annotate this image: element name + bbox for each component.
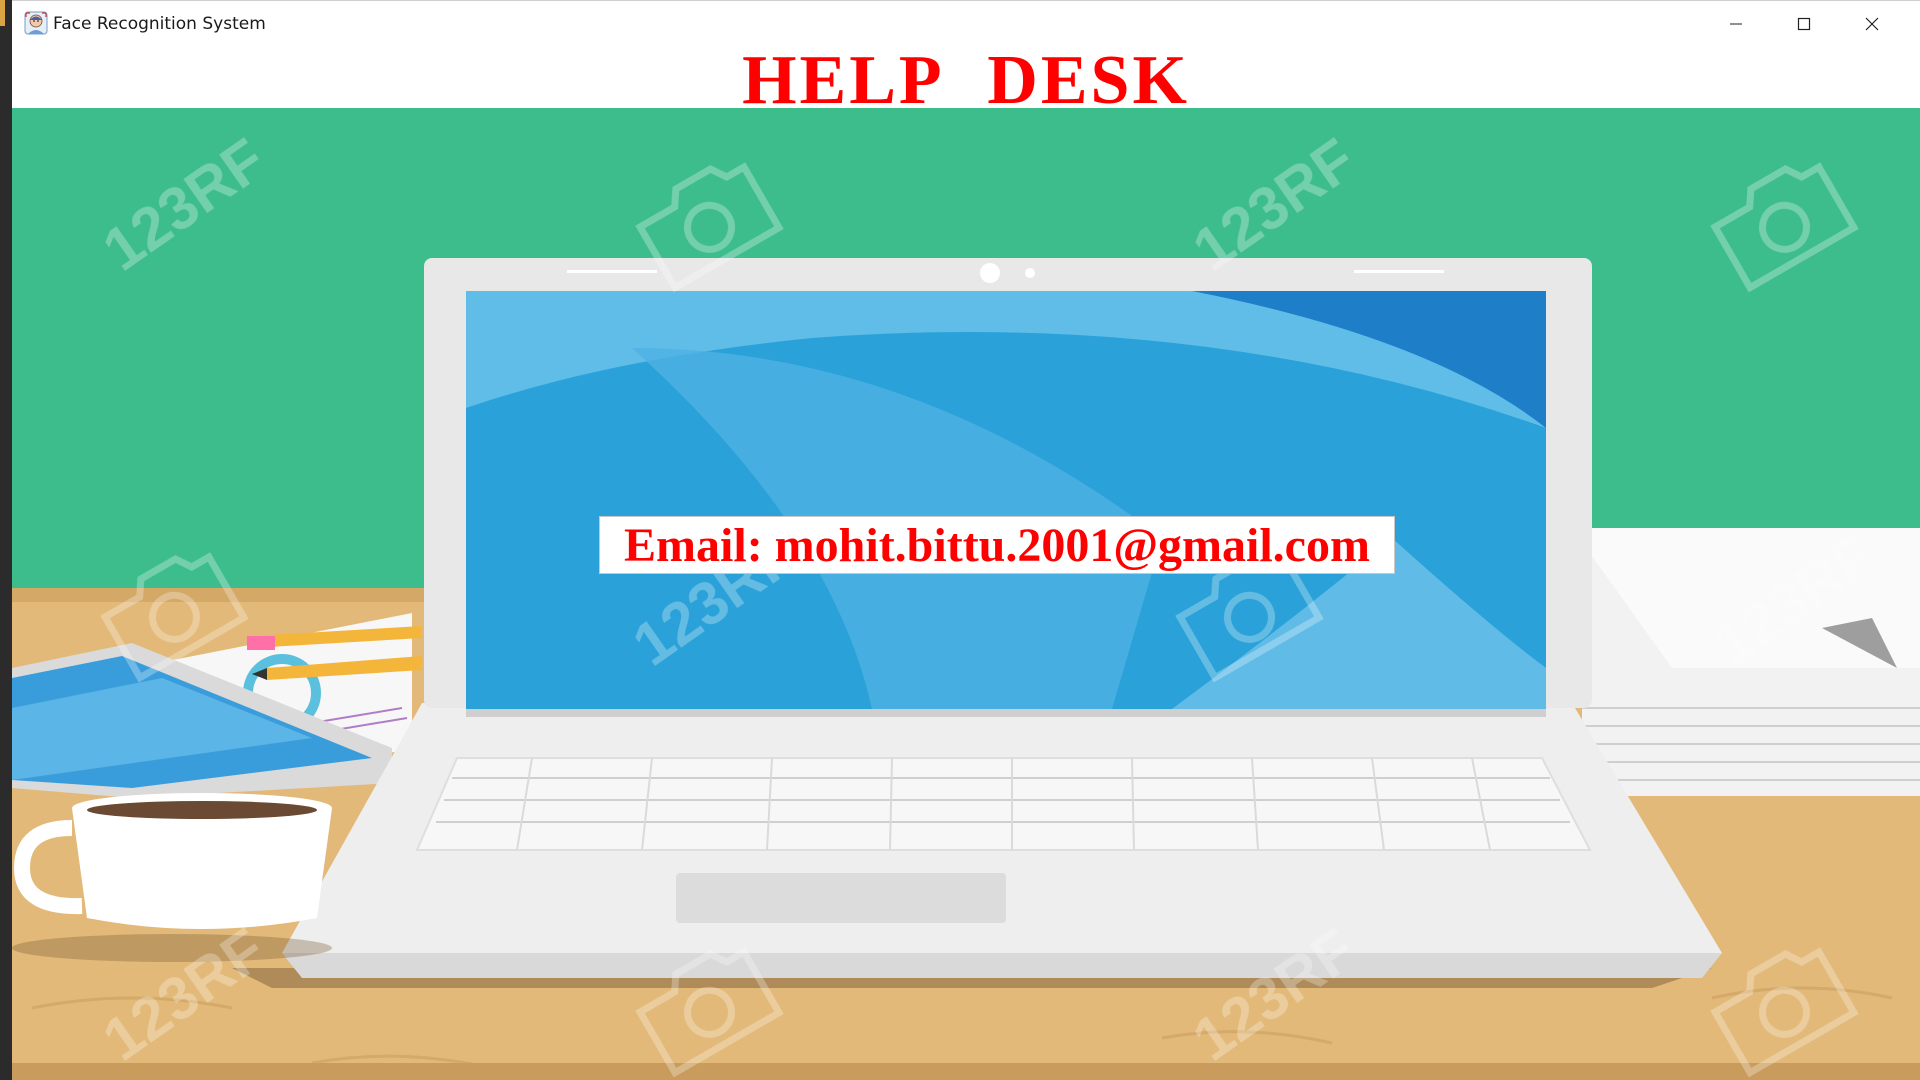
- background-window-tab: [0, 0, 5, 26]
- window-title: Face Recognition System: [53, 14, 266, 34]
- background-window-edge: [0, 0, 12, 1080]
- background-illustration: 123RF 123RF 123RF 123RF 123RF 123RF: [12, 108, 1920, 1080]
- face-app-icon: [24, 11, 48, 35]
- minimize-icon: [1730, 23, 1742, 25]
- email-label: Email: mohit.bittu.2001@gmail.com: [624, 518, 1370, 572]
- app-window: Face Recognition System HELP DESK 123RF …: [12, 0, 1920, 1080]
- email-label-box: Email: mohit.bittu.2001@gmail.com: [599, 516, 1395, 574]
- maximize-icon: [1797, 17, 1811, 31]
- close-icon: [1865, 17, 1879, 31]
